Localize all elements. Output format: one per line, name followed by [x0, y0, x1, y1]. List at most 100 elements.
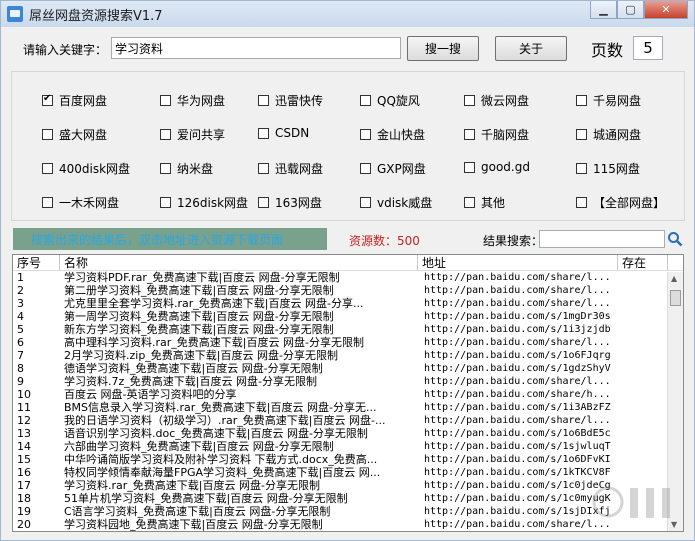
result-count: 资源数：500 — [349, 234, 420, 248]
checkbox-icon[interactable] — [360, 197, 371, 208]
provider-checkbox[interactable]: 纳米盘 — [160, 160, 213, 177]
provider-label: 千脑网盘 — [481, 128, 530, 142]
table-row[interactable]: 10 百度云 网盘-英语学习资料吧的分享 http://pan.baidu.com/… — [13, 388, 683, 401]
checkbox-icon[interactable] — [42, 129, 53, 140]
row-exists — [618, 310, 668, 323]
checkbox-icon[interactable] — [360, 129, 371, 140]
provider-checkbox[interactable]: 【全部网盘】 — [576, 194, 665, 211]
checkbox-icon[interactable] — [42, 197, 53, 208]
table-row[interactable]: 13 语音识别学习资料.doc_免费高速下载|百度云 网盘-分享无限制 http:/… — [13, 427, 683, 440]
about-button[interactable]: 关于 — [495, 36, 567, 61]
table-row[interactable]: 5 新东方学习资料_免费高速下载|百度云 网盘-分享无限制 http://pan.b… — [13, 323, 683, 336]
checkbox-icon[interactable] — [258, 127, 269, 139]
provider-checkbox[interactable]: 千脑网盘 — [464, 126, 529, 143]
provider-checkbox[interactable]: 115网盘 — [576, 160, 640, 177]
table-row[interactable]: 11 BMS信息录入学习资料.rar_免费高速下载|百度云 网盘-分享无... ht… — [13, 401, 683, 414]
checkbox-icon[interactable] — [576, 197, 587, 208]
table-row[interactable]: 9 学习资料.7z_免费高速下载|百度云 网盘-分享无限制 http://pan.b… — [13, 375, 683, 388]
header-index[interactable]: 序号 — [13, 255, 60, 270]
checkbox-icon[interactable] — [576, 129, 587, 140]
checkbox-icon[interactable] — [464, 95, 475, 106]
row-index: 13 — [17, 427, 31, 440]
provider-checkbox[interactable]: good.gd — [464, 160, 530, 174]
maximize-icon[interactable]: ▢ — [617, 1, 644, 19]
provider-checkbox[interactable]: 126disk网盘 — [160, 194, 248, 211]
row-exists — [618, 453, 668, 466]
table-row[interactable]: 8 德语学习资料_免费高速下载|百度云 网盘-分享无限制 http://pan.ba… — [13, 362, 683, 375]
checkbox-icon[interactable] — [464, 161, 475, 173]
checkbox-icon[interactable] — [258, 163, 269, 174]
search-button[interactable]: 搜一搜 — [407, 36, 479, 61]
checkbox-icon[interactable] — [576, 95, 587, 106]
checkbox-icon[interactable] — [360, 163, 371, 174]
provider-checkbox[interactable]: 微云网盘 — [464, 92, 529, 109]
checkbox-icon[interactable] — [160, 129, 171, 140]
checkbox-icon[interactable] — [464, 197, 475, 208]
provider-checkbox[interactable]: CSDN — [258, 126, 309, 140]
table-row[interactable]: 6 高中理科学习资料.rar_免费高速下载|百度云 网盘-分享无限制 http://… — [13, 336, 683, 349]
table-row[interactable]: 3 尤克里里全套学习资料.rar_免费高速下载|百度云 网盘-分享... http:… — [13, 297, 683, 310]
scroll-thumb[interactable] — [670, 290, 681, 306]
provider-checkbox[interactable]: 一木禾网盘 — [42, 194, 119, 211]
header-name[interactable]: 名称 — [60, 255, 418, 270]
provider-label: 纳米盘 — [177, 162, 214, 176]
minimize-icon[interactable]: ▁ — [590, 1, 617, 19]
checkbox-icon[interactable] — [160, 197, 171, 208]
provider-checkbox[interactable]: 金山快盘 — [360, 126, 425, 143]
title-bar[interactable]: 屌丝网盘资源搜索V1.7 ▁ ▢ ✕ — [1, 1, 694, 27]
table-row[interactable]: 20 学习资料园地_免费高速下载|百度云 网盘-分享无限制 http://pan.b… — [13, 518, 683, 531]
row-url: http://pan.baidu.com/s/1o6DFvKI — [424, 454, 611, 465]
checkbox-icon[interactable] — [360, 95, 371, 106]
results-table[interactable]: 序号 名称 地址 存在 1 学习资料PDF.rar_免费高速下载|百度云 网盘-分… — [12, 254, 684, 532]
provider-checkbox[interactable]: 400disk网盘 — [42, 160, 130, 177]
close-icon[interactable]: ✕ — [644, 1, 688, 19]
checkbox-icon[interactable] — [42, 163, 53, 174]
table-row[interactable]: 1 学习资料PDF.rar_免费高速下载|百度云 网盘-分享无限制 http://p… — [13, 271, 683, 284]
row-index: 12 — [17, 414, 31, 427]
provider-checkbox[interactable]: 千易网盘 — [576, 92, 641, 109]
table-row[interactable]: 16 特权同学倾情奉献海量FPGA学习资料_免费高速下载|百度云 网... http… — [13, 466, 683, 479]
header-url[interactable]: 地址 — [418, 255, 618, 270]
checkbox-icon[interactable] — [258, 95, 269, 106]
provider-checkbox[interactable]: 百度网盘 — [42, 92, 107, 109]
checkbox-icon[interactable] — [464, 129, 475, 140]
provider-checkbox[interactable]: 华为网盘 — [160, 92, 225, 109]
provider-checkbox[interactable]: QQ旋风 — [360, 92, 420, 109]
row-exists — [618, 466, 668, 479]
row-url: http://pan.baidu.com/s/1c0jdeCg — [424, 480, 611, 491]
provider-checkbox[interactable]: 迅载网盘 — [258, 160, 323, 177]
provider-checkbox[interactable]: 其他 — [464, 194, 505, 211]
table-row[interactable]: 7 2月学习资料.zip_免费高速下载|百度云 网盘-分享无限制 http://pa… — [13, 349, 683, 362]
table-row[interactable]: 15 中华吟诵简版学习资料及附补学习资料 下载方式.docx_免费高... http… — [13, 453, 683, 466]
checkbox-icon[interactable] — [258, 197, 269, 208]
provider-label: 城通网盘 — [593, 128, 642, 142]
checkbox-checked-icon[interactable] — [42, 93, 53, 106]
provider-checkbox[interactable]: 盛大网盘 — [42, 126, 107, 143]
checkbox-icon[interactable] — [160, 95, 171, 106]
table-row[interactable]: 19 C语言学习资料_免费高速下载|百度云 网盘-分享无限制 http://pan.… — [13, 505, 683, 518]
result-search-input[interactable] — [539, 230, 665, 248]
provider-checkbox[interactable]: GXP网盘 — [360, 160, 426, 177]
provider-checkbox[interactable]: 城通网盘 — [576, 126, 641, 143]
provider-checkbox[interactable]: 163网盘 — [258, 194, 322, 211]
provider-label: 【全部网盘】 — [593, 196, 666, 210]
checkbox-icon[interactable] — [576, 163, 587, 174]
table-row[interactable]: 14 六部曲学习资料_免费高速下载|百度云 网盘-分享无限制 http://pan.… — [13, 440, 683, 453]
row-url: http://pan.baidu.com/s/1sjwluqT — [424, 441, 611, 452]
table-row[interactable]: 18 51单片机学习资料_免费高速下载|百度云 网盘-分享无限制 http://pa… — [13, 492, 683, 505]
row-exists — [618, 401, 668, 414]
table-row[interactable]: 2 第二册学习资料_免费高速下载|百度云 网盘-分享无限制 http://pan.b… — [13, 284, 683, 297]
table-row[interactable]: 17 学习资料.rar_免费高速下载|百度云 网盘-分享无限制 http://pan… — [13, 479, 683, 492]
provider-checkbox[interactable]: 爱问共享 — [160, 126, 225, 143]
header-exists[interactable]: 存在 — [618, 255, 668, 270]
table-row[interactable]: 12 我的日语学习资料（初级学习）.rar_免费高速下载|百度云 网盘-... ht… — [13, 414, 683, 427]
search-icon[interactable] — [667, 231, 683, 247]
row-name: 学习资料.7z_免费高速下载|百度云 网盘-分享无限制 — [64, 375, 317, 388]
checkbox-icon[interactable] — [160, 163, 171, 174]
provider-checkbox[interactable]: 迅雷快传 — [258, 92, 323, 109]
table-row[interactable]: 4 第一周学习资料_免费高速下载|百度云 网盘-分享无限制 http://pan.b… — [13, 310, 683, 323]
scroll-up-icon[interactable]: ▲ — [671, 274, 677, 283]
pages-input[interactable] — [633, 36, 663, 60]
keyword-input[interactable] — [111, 37, 401, 59]
provider-checkbox[interactable]: vdisk威盘 — [360, 194, 432, 211]
